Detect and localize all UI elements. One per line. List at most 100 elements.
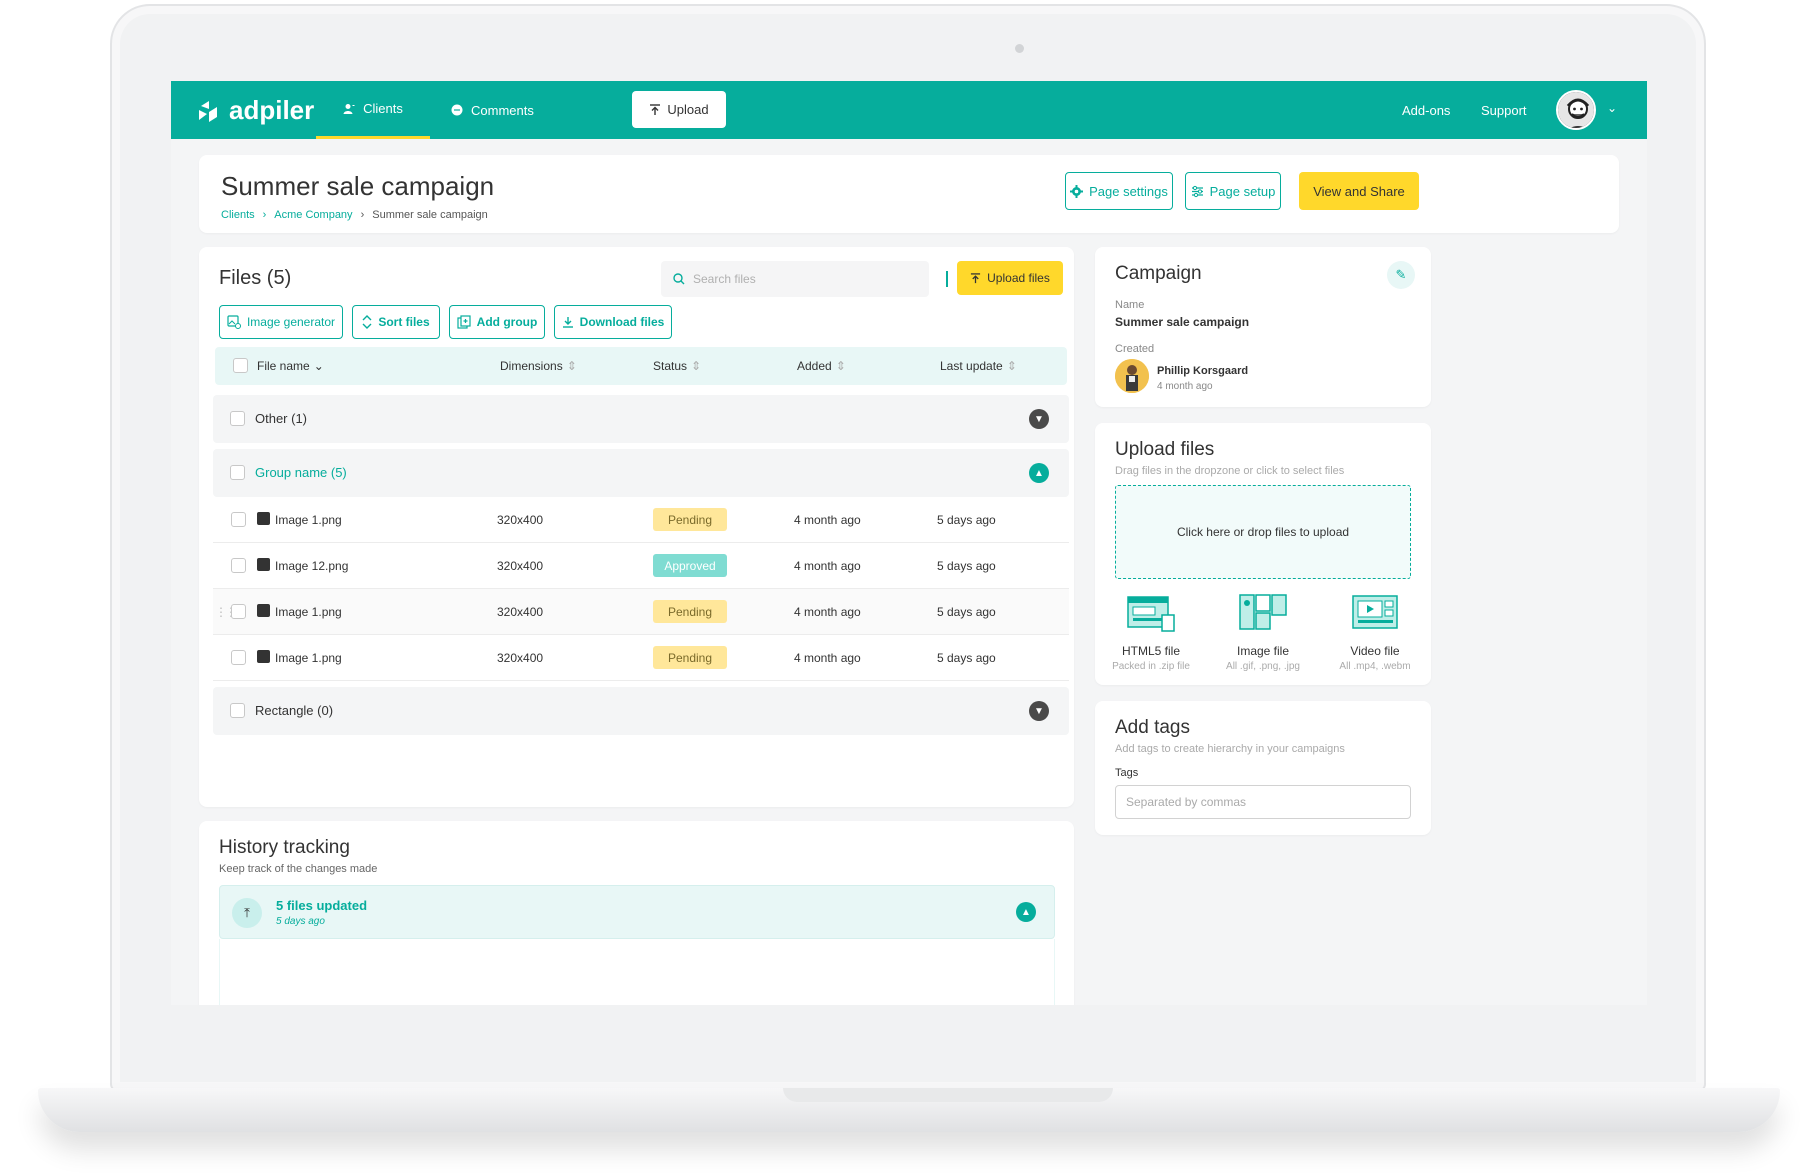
row-checkbox[interactable] [231,650,246,665]
adpiler-logo[interactable]: adpiler [197,95,314,126]
file-type-sub: All .mp4, .webm [1339,661,1411,672]
files-panel: Files (5) Search files Upload files Imag… [199,247,1074,807]
user-avatar[interactable] [1556,90,1596,130]
file-added: 4 month ago [794,513,861,527]
file-dimensions: 320x400 [497,605,544,619]
file-dimensions: 320x400 [497,651,544,665]
table-row[interactable]: Image 1.png 320x400 Pending 4 month ago … [213,635,1069,681]
html5-file-icon [1127,596,1175,632]
expand-chevron-icon[interactable]: ▼ [1029,409,1049,429]
breadcrumb-acme[interactable]: Acme Company [274,209,352,221]
column-added[interactable]: Added ⇕ [797,359,846,373]
collapse-chevron-icon[interactable]: ▲ [1016,902,1036,922]
file-updated: 5 days ago [937,513,996,527]
page-header: Summer sale campaign Clients › Acme Comp… [199,155,1619,233]
file-type-title: Video file [1350,644,1400,658]
breadcrumb-clients[interactable]: Clients [221,209,255,221]
nav-clients[interactable]: Clients [316,81,430,139]
image-generator-button[interactable]: Image generator [219,305,343,339]
table-row[interactable]: Image 1.png 320x400 Pending 4 month ago … [213,497,1069,543]
comment-icon [451,104,463,116]
nav-clients-label: Clients [363,101,403,116]
page-setup-button[interactable]: Page setup [1185,172,1281,210]
table-row[interactable]: Image 12.png 320x400 Approved 4 month ag… [213,543,1069,589]
file-type-title: Image file [1236,644,1290,658]
table-row[interactable]: ⋮⋮ Image 1.png 320x400 Pending 4 month a… [213,589,1069,635]
campaign-panel: Campaign ✎ Name Summer sale campaign Cre… [1095,247,1431,407]
download-files-label: Download files [579,315,665,329]
file-name[interactable]: Image 1.png [275,605,342,619]
history-event-title: 5 files updated [276,898,368,913]
nav-support[interactable]: Support [1481,81,1527,139]
page-title: Summer sale campaign [221,171,495,201]
logo-text: adpiler [229,95,315,125]
row-checkbox[interactable] [231,558,246,573]
file-type-image[interactable]: Image file All .gif, .png, .jpg [1215,593,1311,672]
sort-arrows-icon: ⇕ [691,359,702,373]
chevron-down-icon[interactable]: ⌄ [1607,101,1617,115]
column-label: Last update [940,359,1003,373]
group-row-rectangle[interactable]: Rectangle (0) ▼ [213,687,1069,735]
upload-icon [971,272,981,283]
history-event[interactable]: ⤒ 5 files updated 5 days ago ▲ [219,885,1055,939]
sort-files-button[interactable]: Sort files [352,305,440,339]
page-settings-button[interactable]: Page settings [1065,172,1173,210]
image-icon [257,558,270,571]
group-checkbox[interactable] [230,703,245,718]
file-updated: 5 days ago [937,605,996,619]
column-file-name[interactable]: File name ⌄ [257,359,324,373]
search-placeholder: Search files [693,272,756,286]
column-dimensions[interactable]: Dimensions ⇕ [500,359,577,373]
nav-comments-label: Comments [471,102,534,118]
file-type-video[interactable]: Video file All .mp4, .webm [1327,593,1423,672]
upload-files-button[interactable]: Upload files [957,261,1063,295]
expand-chevron-icon[interactable]: ▼ [1029,701,1049,721]
search-input[interactable]: Search files [661,261,929,297]
campaign-created-label: Created [1115,343,1155,355]
divider [946,271,948,287]
file-name[interactable]: Image 1.png [275,513,342,527]
campaign-name-value: Summer sale campaign [1115,315,1250,329]
nav-comments[interactable]: Comments [451,81,534,139]
column-label: Dimensions [500,359,563,373]
collapse-chevron-icon[interactable]: ▲ [1029,463,1049,483]
row-checkbox[interactable] [231,604,246,619]
add-group-label: Add group [476,315,538,329]
group-row-group-name[interactable]: Group name (5) ▲ [213,449,1069,497]
add-group-button[interactable]: Add group [449,305,545,339]
upload-icon: ⤒ [232,898,262,928]
upload-title: Upload files [1115,439,1215,460]
image-generator-icon [227,315,241,329]
column-status[interactable]: Status ⇕ [653,359,701,373]
nav-upload-button[interactable]: Upload [632,91,726,128]
group-row-other[interactable]: Other (1) ▼ [213,395,1069,443]
group-label: Group name (5) [255,465,347,480]
top-navigation: adpiler Clients Comments Upload Add-ons … [171,81,1647,139]
file-type-html5[interactable]: HTML5 file Packed in .zip file [1103,593,1199,672]
group-checkbox[interactable] [230,411,245,426]
file-dimensions: 320x400 [497,513,544,527]
file-type-sub: All .gif, .png, .jpg [1226,661,1300,672]
tags-subtitle: Add tags to create hierarchy in your cam… [1115,743,1345,755]
creator-name: Phillip Korsgaard [1157,365,1249,377]
chevron-down-icon: ⌄ [313,359,324,373]
camera-dot [1015,44,1024,53]
select-all-checkbox[interactable] [233,358,248,373]
history-subtitle: Keep track of the changes made [219,863,378,875]
nav-addons[interactable]: Add-ons [1402,81,1450,139]
tags-input[interactable]: Separated by commas [1115,785,1411,819]
page-setup-label: Page setup [1209,183,1276,199]
file-name[interactable]: Image 1.png [275,651,342,665]
sort-arrows-icon: ⇕ [1006,359,1017,373]
edit-pencil-icon[interactable]: ✎ [1387,261,1415,289]
group-label: Rectangle (0) [255,703,334,718]
column-last-update[interactable]: Last update ⇕ [940,359,1017,373]
sort-files-label: Sort files [378,315,430,329]
row-checkbox[interactable] [231,512,246,527]
group-checkbox[interactable] [230,465,245,480]
file-name[interactable]: Image 12.png [275,559,348,573]
download-files-button[interactable]: Download files [554,305,672,339]
creator-avatar-image [1115,359,1149,393]
view-and-share-button[interactable]: View and Share [1299,172,1419,210]
dropzone[interactable]: Click here or drop files to upload [1115,485,1411,579]
